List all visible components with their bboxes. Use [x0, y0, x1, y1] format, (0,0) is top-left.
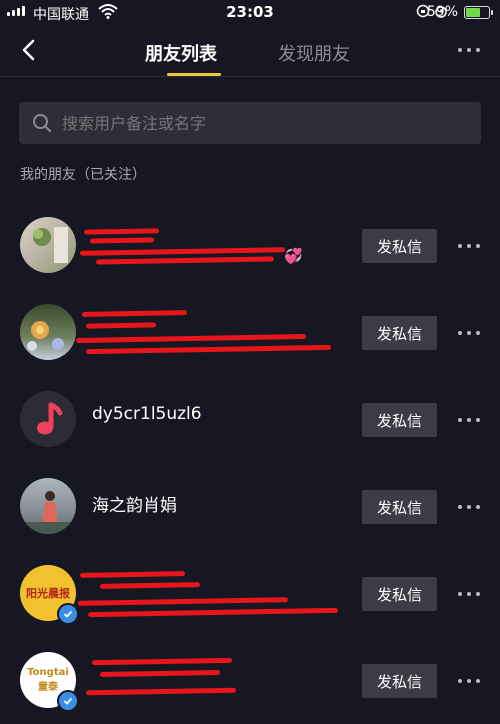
redacted-name: [89, 237, 155, 244]
send-message-button[interactable]: 发私信: [362, 316, 437, 350]
redacted-name: [87, 607, 339, 618]
search-bar[interactable]: [19, 102, 481, 144]
redacted-name: [79, 571, 186, 578]
heart-emoji: 💞: [284, 247, 303, 265]
redacted-name: [85, 687, 237, 696]
friend-row[interactable]: 海之韵肖娟 发私信: [0, 463, 500, 550]
more-options-icon[interactable]: [458, 331, 480, 335]
more-options-icon[interactable]: [458, 244, 480, 248]
search-icon: [33, 114, 51, 132]
battery-percentage: 59%: [426, 4, 458, 20]
redacted-name: [85, 344, 332, 355]
active-tab-indicator: [167, 73, 221, 76]
send-message-button[interactable]: 发私信: [362, 490, 437, 524]
avatar[interactable]: [20, 304, 76, 360]
tab-friends-list[interactable]: 朋友列表: [145, 40, 217, 66]
verified-badge-icon: [57, 603, 79, 625]
avatar[interactable]: [20, 478, 76, 534]
send-message-button[interactable]: 发私信: [362, 403, 437, 437]
status-bar: 中国联通 23:03 59%: [0, 0, 500, 26]
friend-name[interactable]: 海之韵肖娟: [92, 491, 177, 516]
redacted-name: [99, 582, 201, 589]
more-options-icon[interactable]: [458, 679, 480, 683]
search-input[interactable]: [60, 112, 444, 134]
section-label: 我的朋友（已关注）: [20, 167, 146, 183]
tab-discover-friends[interactable]: 发现朋友: [278, 40, 350, 66]
redacted-name: [77, 597, 289, 606]
friend-row[interactable]: 发私信: [0, 289, 500, 376]
send-message-button[interactable]: 发私信: [362, 577, 437, 611]
battery-icon: [464, 6, 493, 19]
verified-badge-icon: [57, 690, 79, 712]
back-arrow-icon[interactable]: [16, 36, 44, 64]
avatar-logo-text: 阳光晨报: [26, 587, 70, 600]
more-options-icon[interactable]: [458, 592, 480, 596]
friend-name[interactable]: dy5cr1l5uzl6: [92, 404, 202, 424]
redacted-name: [81, 310, 188, 317]
redacted-name: [95, 256, 275, 265]
avatar-logo-text: Tongtai 童泰: [27, 667, 69, 693]
redacted-name: [85, 322, 157, 329]
more-options-icon[interactable]: [458, 48, 480, 52]
send-message-button[interactable]: 发私信: [362, 229, 437, 263]
friend-row[interactable]: 阳光晨报 发私信: [0, 550, 500, 637]
top-nav: 朋友列表 发现朋友: [0, 28, 500, 77]
more-options-icon[interactable]: [458, 505, 480, 509]
avatar[interactable]: [20, 217, 76, 273]
redacted-name: [83, 228, 160, 235]
friend-row[interactable]: 💞 发私信: [0, 202, 500, 289]
avatar[interactable]: [20, 391, 76, 447]
redacted-name: [79, 247, 286, 256]
send-message-button[interactable]: 发私信: [362, 664, 437, 698]
friend-row[interactable]: dy5cr1l5uzl6 发私信: [0, 376, 500, 463]
redacted-name: [99, 669, 221, 678]
redacted-name: [91, 657, 233, 666]
music-note-icon: [37, 402, 63, 435]
more-options-icon[interactable]: [458, 418, 480, 422]
redacted-name: [75, 333, 307, 344]
